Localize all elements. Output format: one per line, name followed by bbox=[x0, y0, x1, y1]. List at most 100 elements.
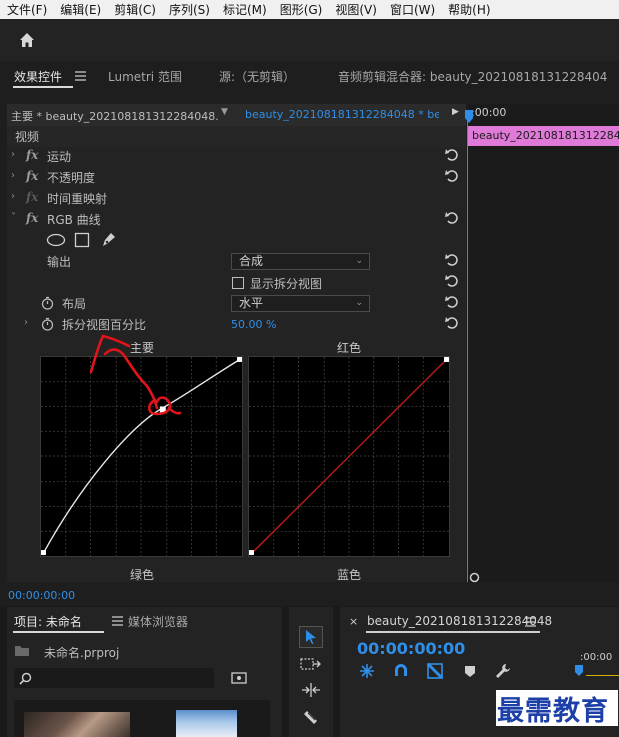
chevron-right-icon[interactable]: › bbox=[11, 191, 15, 202]
layout-dropdown[interactable]: 水平 ⌄ bbox=[231, 295, 370, 312]
effect-controls-timecode[interactable]: 00:00:00:00 bbox=[8, 589, 75, 602]
ripple-edit-icon[interactable] bbox=[300, 682, 322, 698]
effect-label: 运动 bbox=[47, 150, 72, 164]
reset-icon[interactable] bbox=[445, 274, 459, 288]
red-curve-label: 红色 bbox=[337, 341, 362, 355]
split-percent-value[interactable]: 50.00 % bbox=[231, 318, 276, 331]
fx-badge-icon[interactable]: fx bbox=[26, 148, 38, 162]
effect-row-rgb-curves[interactable]: ˅ fx RGB 曲线 bbox=[7, 209, 466, 230]
playhead-icon[interactable] bbox=[464, 110, 474, 126]
magnet-link-icon[interactable] bbox=[392, 662, 410, 680]
tab-lumetri-label: Lumetri 范围 bbox=[108, 70, 182, 84]
project-file-name: 未命名.prproj bbox=[44, 646, 120, 660]
track-select-icon[interactable] bbox=[300, 656, 322, 672]
master-clip-label[interactable]: 主要 * beauty_20210818131228404​8.jpg bbox=[11, 108, 218, 124]
effect-row-time-remap[interactable]: › fx 时间重映射 bbox=[7, 188, 466, 209]
tab-source-label: 源:（无剪辑） bbox=[219, 70, 296, 84]
project-search-input[interactable] bbox=[14, 668, 214, 688]
menu-help[interactable]: 帮助(H) bbox=[441, 1, 496, 18]
snap-icon[interactable] bbox=[358, 662, 376, 680]
program-ruler-timecode: :00:00 bbox=[580, 652, 613, 663]
tab-media-browser[interactable]: 媒体浏览器 bbox=[128, 613, 188, 630]
new-bin-icon[interactable] bbox=[231, 671, 247, 684]
reset-icon[interactable] bbox=[445, 148, 459, 162]
razor-tool-icon[interactable] bbox=[302, 708, 320, 726]
watermark-text: 最需教育 bbox=[497, 696, 609, 727]
media-thumbnail[interactable] bbox=[176, 710, 237, 737]
playhead-icon[interactable] bbox=[574, 665, 584, 677]
tab-lumetri-scopes[interactable]: Lumetri 范围 bbox=[108, 68, 182, 85]
effect-source-bar: 主要 * beauty_20210818131228404​8.jpg ▼ be… bbox=[7, 104, 466, 126]
folder-icon bbox=[15, 646, 29, 656]
panel-menu-icon[interactable] bbox=[75, 71, 86, 81]
reset-icon[interactable] bbox=[445, 169, 459, 183]
linked-selection-icon[interactable] bbox=[426, 662, 444, 680]
media-thumbnail[interactable] bbox=[24, 712, 130, 737]
split-percent-row: › 拆分视图百分比 50.00 % bbox=[7, 314, 466, 335]
add-marker-icon[interactable] bbox=[463, 664, 477, 678]
menu-sequence[interactable]: 序列(S) bbox=[162, 1, 216, 18]
video-section-header: 视频 bbox=[7, 126, 466, 147]
zoom-handle-icon[interactable] bbox=[469, 572, 480, 583]
effect-label: RGB 曲线 bbox=[47, 213, 101, 227]
effect-row-motion[interactable]: › fx 运动 bbox=[7, 146, 466, 167]
menu-file[interactable]: 文件(F) bbox=[0, 1, 53, 18]
tab-audio-mixer-label: 音频剪辑混合器: beauty_20210818131228404 bbox=[338, 70, 608, 84]
reset-icon[interactable] bbox=[445, 295, 459, 309]
blue-curve-label: 蓝色 bbox=[337, 568, 362, 582]
sequence-clip-label[interactable]: beauty_20210818131228404​8 * bea... bbox=[245, 108, 439, 121]
chevron-down-icon[interactable]: ˅ bbox=[11, 212, 16, 223]
tab-audio-clip-mixer[interactable]: 音频剪辑混合器: beauty_20210818131228404 bbox=[338, 68, 613, 85]
red-curve-graph[interactable] bbox=[248, 356, 450, 557]
fx-badge-icon[interactable]: fx bbox=[26, 169, 38, 183]
split-view-label: 显示拆分视图 bbox=[250, 277, 323, 291]
output-label: 输出 bbox=[47, 255, 72, 269]
tab-project[interactable]: 项目: 未命名 bbox=[14, 613, 82, 630]
panel-menu-icon[interactable] bbox=[525, 617, 536, 627]
tab-effect-controls[interactable]: 效果控件 bbox=[14, 68, 62, 85]
menu-window[interactable]: 窗口(W) bbox=[383, 1, 441, 18]
menu-marker[interactable]: 标记(M) bbox=[216, 1, 273, 18]
chevron-down-icon[interactable]: ▼ bbox=[221, 107, 228, 117]
fx-badge-icon[interactable]: fx bbox=[26, 211, 38, 225]
menu-edit[interactable]: 编辑(E) bbox=[53, 1, 107, 18]
annotation-arrow-mark bbox=[89, 334, 182, 416]
split-view-checkbox[interactable] bbox=[232, 277, 244, 289]
reset-icon[interactable] bbox=[445, 211, 459, 225]
chevron-right-icon[interactable]: › bbox=[11, 149, 15, 160]
timeline-clip[interactable]: beauty_20210818131228404​8 bbox=[468, 126, 619, 146]
panel-menu-icon[interactable] bbox=[112, 616, 123, 626]
reset-icon[interactable] bbox=[445, 253, 459, 267]
menu-clip[interactable]: 剪辑(C) bbox=[107, 1, 162, 18]
ellipse-mask-icon[interactable] bbox=[46, 233, 66, 247]
menu-graphics[interactable]: 图形(G) bbox=[273, 1, 329, 18]
output-dropdown[interactable]: 合成 ⌄ bbox=[231, 253, 370, 270]
chevron-down-icon: ⌄ bbox=[355, 298, 363, 308]
fx-badge-icon: fx bbox=[26, 190, 39, 204]
tab-active-underline bbox=[13, 86, 73, 88]
curve-point bbox=[249, 550, 254, 556]
home-icon[interactable] bbox=[17, 30, 37, 50]
chevron-right-icon[interactable]: › bbox=[11, 170, 15, 181]
tab-source[interactable]: 源:（无剪辑） bbox=[219, 68, 295, 85]
effect-row-opacity[interactable]: › fx 不透明度 bbox=[7, 167, 466, 188]
program-timecode[interactable]: 00:00:00:00 bbox=[357, 639, 465, 658]
chevron-right-icon[interactable]: › bbox=[24, 317, 28, 328]
stopwatch-icon[interactable] bbox=[41, 317, 54, 331]
play-triangle-icon[interactable]: ▶ bbox=[452, 107, 459, 117]
curve-point bbox=[237, 357, 242, 362]
wrench-icon[interactable] bbox=[494, 662, 512, 680]
close-icon[interactable]: × bbox=[349, 615, 358, 628]
pen-mask-icon[interactable] bbox=[100, 231, 117, 248]
menu-view[interactable]: 视图(V) bbox=[328, 1, 383, 18]
tab-active-underline bbox=[13, 631, 104, 633]
reset-icon[interactable] bbox=[445, 316, 459, 330]
layout-value: 水平 bbox=[239, 296, 264, 310]
tab-active-underline bbox=[366, 631, 540, 633]
menu-bar: 文件(F) 编辑(E) 剪辑(C) 序列(S) 标记(M) 图形(G) 视图(V… bbox=[0, 0, 619, 19]
stopwatch-icon[interactable] bbox=[41, 296, 54, 310]
rectangle-mask-icon[interactable] bbox=[74, 232, 90, 248]
effect-label: 时间重映射 bbox=[47, 192, 108, 206]
timeline-timecode: :00:00 bbox=[471, 106, 507, 119]
effect-controls-footer bbox=[7, 582, 619, 606]
